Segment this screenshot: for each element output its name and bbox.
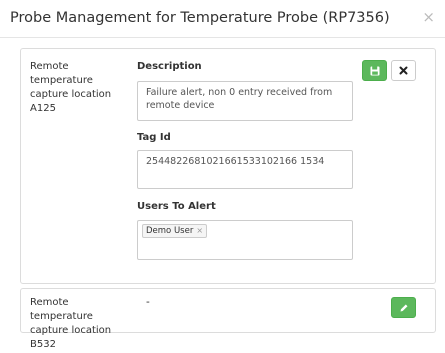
floppy-disk-icon [370, 66, 379, 75]
modal-header: Probe Management for Temperature Probe (… [0, 0, 445, 38]
modal-close-icon[interactable]: × [422, 10, 435, 25]
close-icon [399, 66, 408, 75]
pencil-icon [400, 304, 407, 311]
probe-card-b532: Remote temperature capture location B532… [20, 288, 436, 350]
user-tag: Demo User × [142, 224, 208, 238]
tag-id-label: Tag Id [137, 132, 171, 143]
users-to-alert-label: Users To Alert [137, 201, 216, 212]
description-label: Description [137, 61, 202, 72]
tag-id-field[interactable]: 2544822681021661533102166 1534 [137, 150, 353, 189]
modal-title: Probe Management for Temperature Probe (… [10, 10, 390, 26]
probe-card-a125: Remote temperature capture location A125… [20, 48, 436, 284]
description-field[interactable]: Failure alert, non 0 entry received from… [137, 81, 353, 121]
cancel-button[interactable] [391, 60, 416, 81]
remove-user-icon[interactable]: × [196, 226, 203, 235]
edit-button[interactable] [391, 297, 416, 318]
probe-location-name: Remote temperature capture location B532 [30, 297, 112, 350]
modal-body: Remote temperature capture location A125… [0, 38, 445, 353]
user-tag-label: Demo User [146, 226, 194, 236]
probe-description-value: - [146, 296, 150, 308]
save-button[interactable] [362, 60, 387, 81]
probe-location-name: Remote temperature capture location A125 [30, 61, 112, 114]
users-to-alert-field[interactable]: Demo User × [137, 220, 353, 260]
